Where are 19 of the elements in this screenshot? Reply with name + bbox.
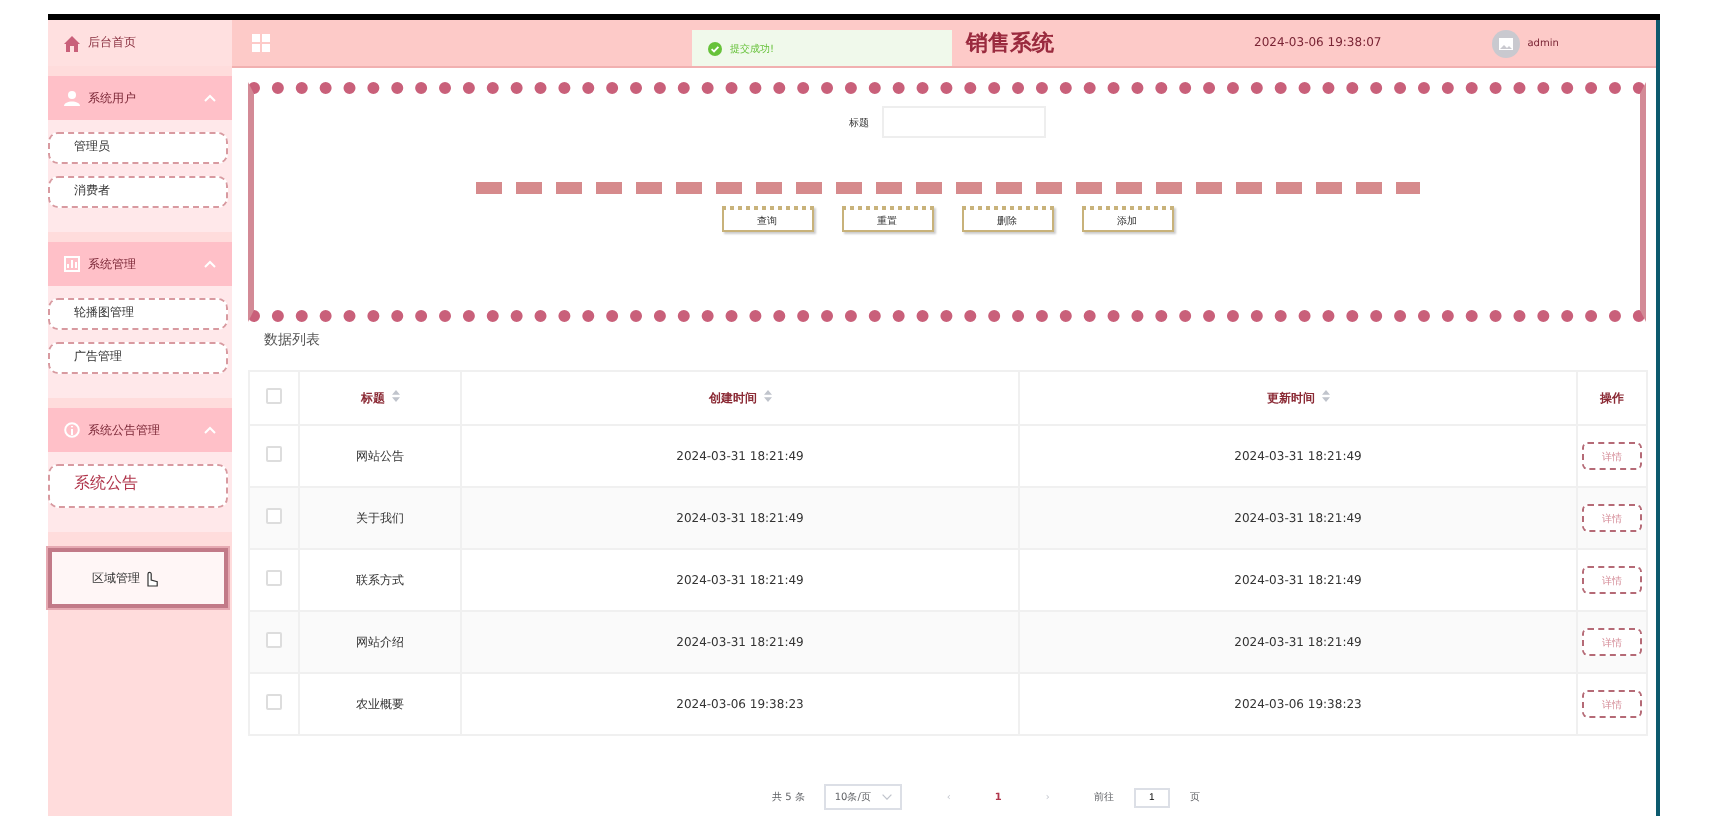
info-icon — [64, 422, 80, 438]
success-icon — [708, 41, 722, 55]
user-icon — [64, 90, 80, 106]
checkbox[interactable] — [266, 388, 282, 404]
checkbox[interactable] — [266, 570, 282, 586]
checkbox[interactable] — [266, 508, 282, 524]
sort-icon — [391, 389, 399, 401]
sidebar-item[interactable]: 系统公告 — [48, 464, 228, 508]
sort-icon — [763, 389, 771, 401]
checkbox[interactable] — [266, 446, 282, 462]
sort-icon — [1321, 389, 1329, 401]
checkbox[interactable] — [266, 632, 282, 648]
avatar-icon — [1491, 29, 1520, 57]
app-title: 销售系统 — [966, 28, 1054, 58]
checkbox[interactable] — [266, 694, 282, 710]
grid-menu-icon — [252, 34, 270, 52]
chart-icon — [64, 256, 80, 272]
home-icon — [64, 35, 80, 51]
chevron-down-icon — [882, 794, 893, 800]
